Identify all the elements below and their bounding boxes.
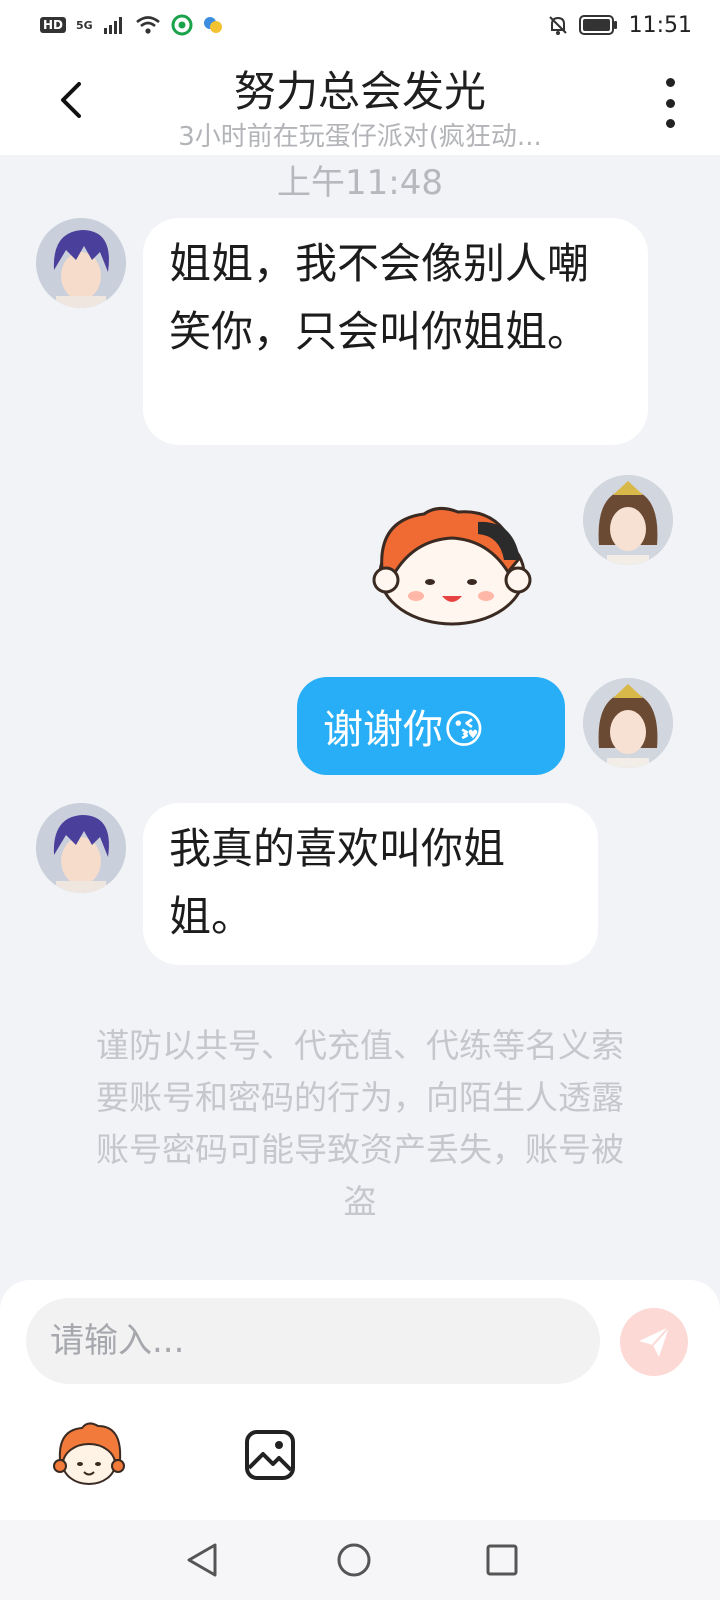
eggy-sticker-icon: [372, 507, 532, 626]
page-title: 努力总会发光: [233, 67, 486, 116]
battery-icon: [578, 15, 617, 35]
triangle-back-icon: [187, 1543, 217, 1577]
message-timestamp: 上午11:48: [277, 163, 443, 203]
image-picker-button[interactable]: [243, 1428, 297, 1482]
message-bubble-outgoing[interactable]: 谢谢你😘: [297, 677, 565, 775]
status-bar: HD 5G 11:51: [0, 0, 720, 50]
message-bubble[interactable]: 姐姐，我不会像别人嘲笑你，只会叫你姐姐。: [143, 218, 648, 445]
circle-home-icon: [337, 1543, 371, 1577]
sticker-message[interactable]: [368, 500, 534, 628]
status-right: 11:51: [547, 13, 692, 38]
contact-status: 3小时前在玩蛋仔派对(疯狂动...: [178, 122, 542, 152]
sticker-button[interactable]: [52, 1420, 126, 1490]
signal-icon: [103, 17, 122, 34]
message-input[interactable]: 请输入...: [26, 1298, 600, 1384]
hd-indicator: HD: [40, 17, 67, 33]
nav-recents-button[interactable]: [480, 1538, 524, 1582]
more-dot-icon: [665, 119, 675, 128]
more-options-button[interactable]: [658, 78, 682, 128]
image-icon: [245, 1430, 295, 1480]
my-avatar[interactable]: [583, 475, 673, 565]
eggy-face-icon: [53, 1422, 125, 1485]
app-notification-icon: [203, 17, 222, 33]
message-bubble[interactable]: 我真的喜欢叫你姐姐。: [143, 803, 598, 965]
avatar-girl-icon: [583, 475, 673, 565]
send-button[interactable]: [620, 1308, 688, 1376]
avatar-boy-icon: [36, 218, 126, 308]
contact-avatar[interactable]: [36, 803, 126, 893]
bell-muted-icon: [548, 16, 567, 35]
wifi-icon: [135, 16, 160, 34]
avatar-boy-icon: [36, 803, 126, 893]
more-dot-icon: [665, 98, 675, 108]
status-left: HD 5G: [40, 14, 223, 36]
clock: 11:51: [628, 12, 692, 38]
my-avatar[interactable]: [583, 678, 673, 768]
message-list[interactable]: 上午11:48 姐姐，我不会像别人嘲笑你，只会叫你姐姐。 谢谢你😘 我真的喜欢叫…: [0, 155, 720, 1280]
square-recents-icon: [486, 1544, 518, 1576]
chat-header: 努力总会发光 3小时前在玩蛋仔派对(疯狂动...: [0, 50, 720, 155]
nav-back-button[interactable]: [180, 1538, 224, 1582]
send-icon: [639, 1326, 670, 1357]
security-notice: 谨防以共号、代充值、代练等名义索要账号和密码的行为，向陌生人透露账号密码可能导致…: [96, 1026, 624, 1221]
composer: 请输入...: [0, 1280, 720, 1520]
avatar-girl-icon: [583, 678, 673, 768]
network-type: 5G: [76, 18, 93, 32]
app-notification-icon: [171, 14, 193, 36]
more-dot-icon: [665, 78, 675, 87]
nav-home-button[interactable]: [332, 1538, 376, 1582]
contact-avatar[interactable]: [36, 218, 126, 308]
system-navigation-bar: [0, 1520, 720, 1600]
